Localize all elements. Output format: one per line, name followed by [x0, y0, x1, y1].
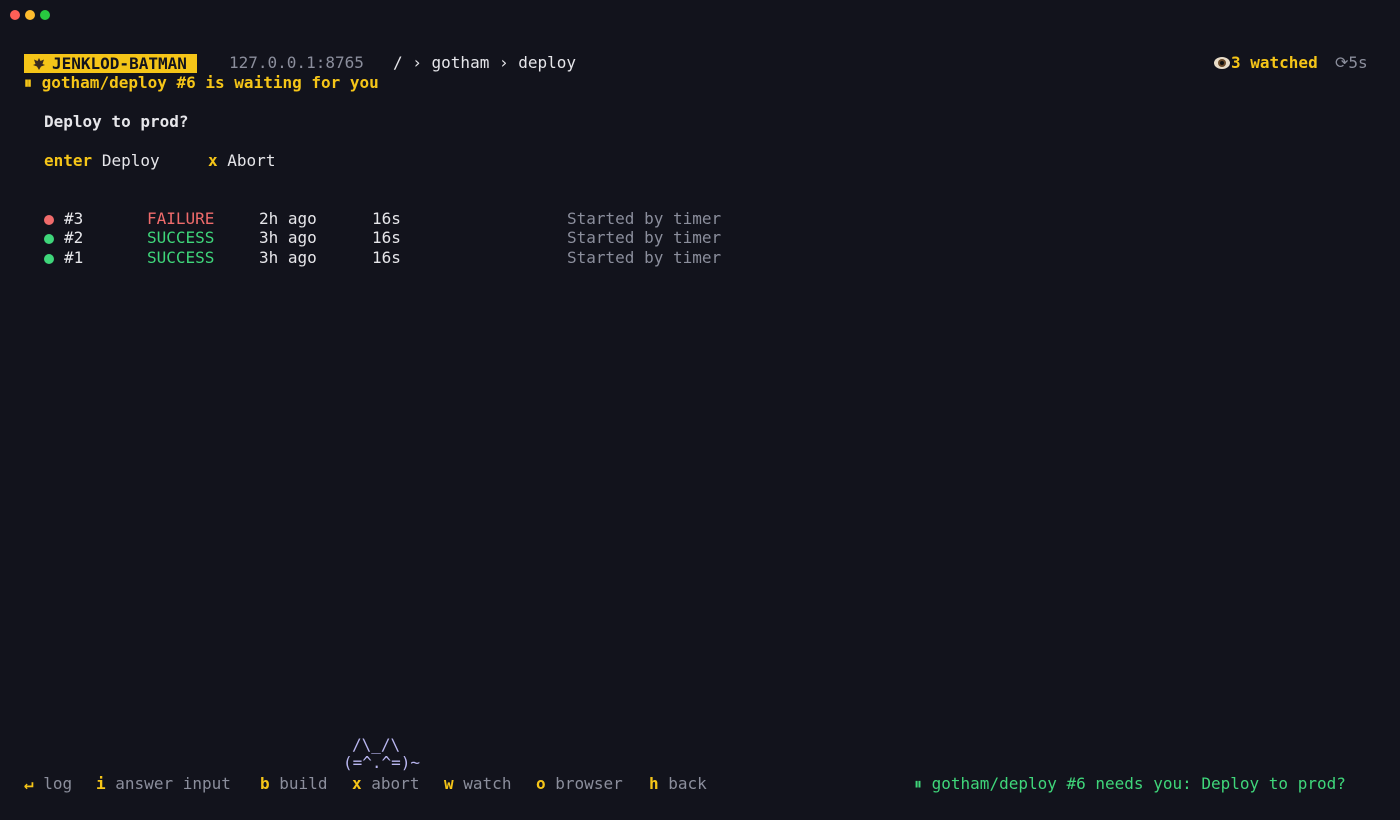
abort-action[interactable]: x Abort: [208, 151, 275, 171]
build-status: SUCCESS: [147, 228, 215, 247]
build-status: FAILURE: [147, 209, 215, 228]
footer-key-build[interactable]: b build: [260, 774, 327, 794]
build-time: 3h ago: [259, 228, 317, 247]
bat-icon: [32, 54, 46, 73]
build-cause: Started by timer: [567, 209, 722, 228]
footer-key-watch[interactable]: w watch: [444, 774, 511, 794]
status-dot-icon: [44, 215, 54, 225]
cat-mascot-line2: (=^.^=)~: [343, 753, 421, 772]
footer-key-answer-input[interactable]: i answer input: [96, 774, 231, 794]
footer-key-browser[interactable]: o browser: [536, 774, 623, 794]
footer-notification-text: gotham/deploy #6 needs you: Deploy to pr…: [931, 774, 1346, 793]
build-time: 3h ago: [259, 248, 317, 267]
footer-key-abort[interactable]: x abort: [352, 774, 419, 794]
status-dot-icon: [44, 234, 54, 244]
watched-indicator[interactable]: 3 watched: [1213, 53, 1318, 73]
app-brand: JENKLOD-BATMAN: [24, 54, 197, 73]
build-duration: 16s: [372, 228, 401, 247]
build-duration: 16s: [372, 209, 401, 228]
build-cause: Started by timer: [567, 228, 722, 247]
footer-key-log[interactable]: ↵ log: [24, 774, 72, 794]
build-status: SUCCESS: [147, 248, 215, 267]
abort-label: Abort: [227, 151, 276, 170]
pause-icon: ⏸: [24, 73, 42, 92]
input-question: Deploy to prod?: [44, 112, 189, 131]
build-number: #1: [64, 248, 84, 267]
window-maximize-button[interactable]: [40, 10, 50, 20]
waiting-banner-text: gotham/deploy #6 is waiting for you: [41, 73, 379, 92]
pause-icon: ⏸: [914, 774, 932, 793]
status-dot-icon: [44, 254, 54, 264]
build-cause: Started by timer: [567, 248, 722, 267]
build-time: 2h ago: [259, 209, 317, 228]
footer-notification[interactable]: ⏸ gotham/deploy #6 needs you: Deploy to …: [914, 774, 1346, 794]
deploy-label: Deploy: [101, 151, 160, 170]
eye-icon: [1213, 53, 1231, 72]
refresh-indicator: ⟳5s: [1335, 53, 1368, 73]
brand-name: JENKLOD-BATMAN: [52, 54, 187, 73]
build-number: #3: [64, 209, 84, 228]
deploy-key: enter: [44, 151, 93, 170]
cat-mascot-line1: /\_/\: [352, 735, 401, 754]
build-number: #2: [64, 228, 84, 247]
waiting-banner: ⏸ gotham/deploy #6 is waiting for you: [24, 73, 379, 93]
host-address: 127.0.0.1:8765: [229, 53, 364, 72]
abort-key: x: [208, 151, 218, 170]
footer-key-back[interactable]: h back: [649, 774, 707, 794]
refresh-icon: ⟳: [1335, 53, 1349, 72]
breadcrumb[interactable]: / › gotham › deploy: [393, 53, 576, 73]
refresh-interval: 5s: [1348, 53, 1368, 72]
watched-count: 3 watched: [1231, 53, 1318, 72]
enter-icon: ↵: [24, 774, 34, 793]
window-close-button[interactable]: [10, 10, 20, 20]
window-minimize-button[interactable]: [25, 10, 35, 20]
build-duration: 16s: [372, 248, 401, 267]
deploy-action[interactable]: enter Deploy: [44, 151, 160, 171]
